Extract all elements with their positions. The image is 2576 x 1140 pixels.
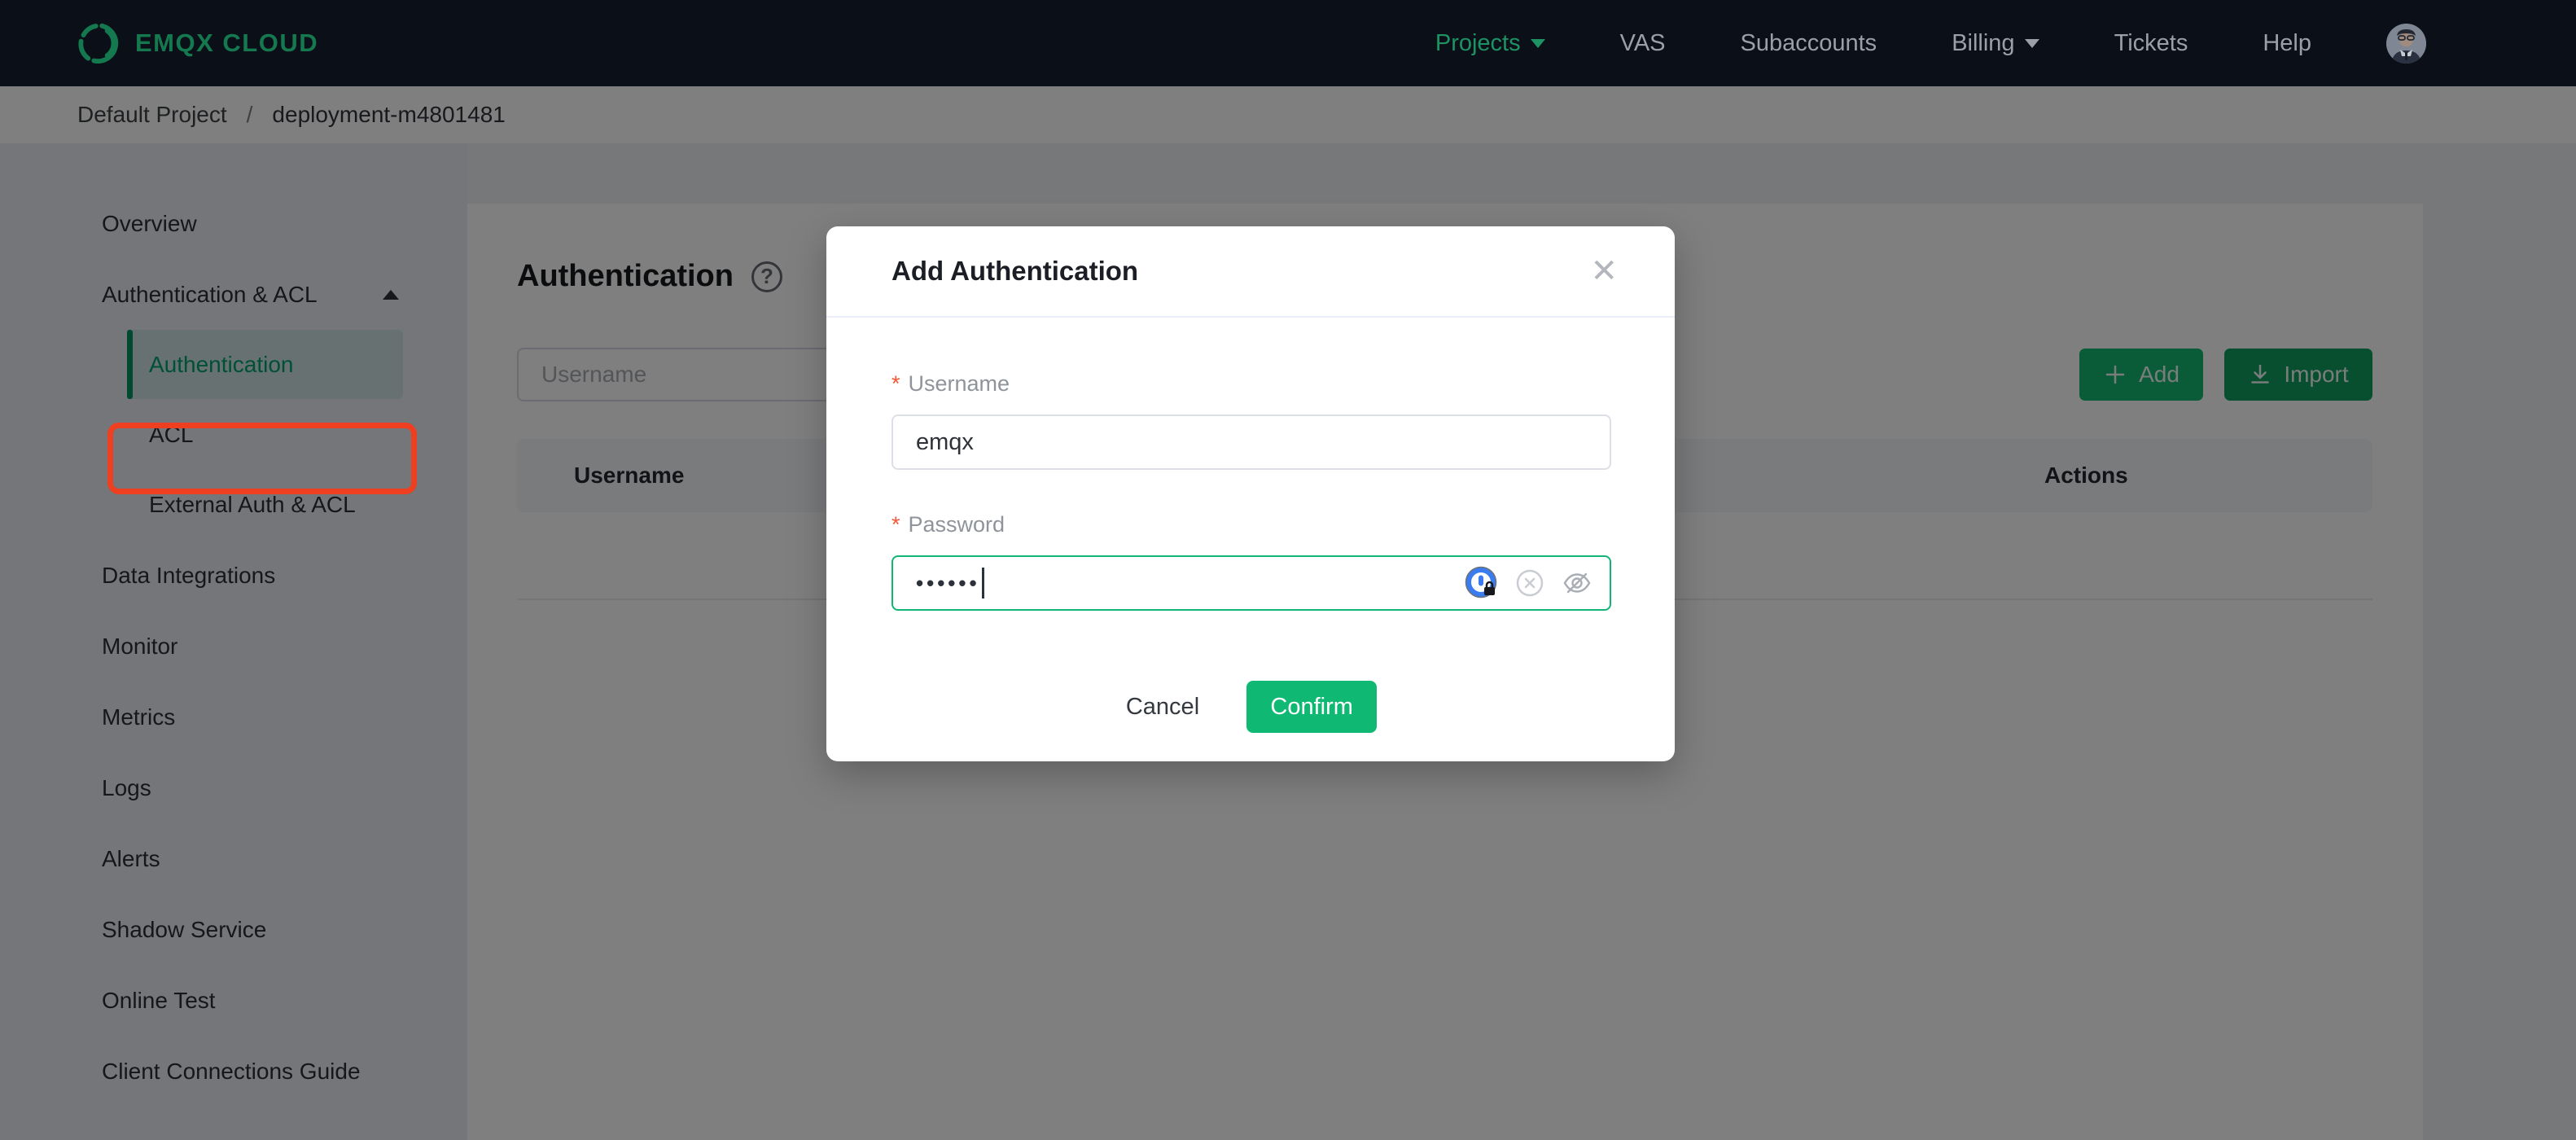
- chevron-down-icon: [1530, 38, 1545, 48]
- clear-icon[interactable]: [1515, 568, 1544, 598]
- text-cursor: [981, 568, 984, 598]
- confirm-button[interactable]: Confirm: [1246, 681, 1378, 733]
- emqx-logo-icon: [75, 20, 120, 66]
- nav-item-subaccounts[interactable]: Subaccounts: [1741, 30, 1877, 57]
- nav-item-billing[interactable]: Billing: [1952, 30, 2039, 57]
- top-navbar: EMQX CLOUD Projects VAS Subaccounts Bill…: [0, 0, 2576, 86]
- nav-menu: Projects VAS Subaccounts Billing Tickets…: [1435, 23, 2426, 64]
- close-icon[interactable]: ✕: [1590, 255, 1618, 287]
- username-field-label: Username: [908, 371, 1010, 396]
- user-avatar[interactable]: [2386, 23, 2426, 64]
- nav-item-vas[interactable]: VAS: [1620, 30, 1666, 57]
- nav-item-tickets[interactable]: Tickets: [2114, 30, 2188, 57]
- logo-text: EMQX CLOUD: [135, 28, 319, 57]
- password-manager-icon[interactable]: [1465, 566, 1499, 600]
- cancel-button[interactable]: Cancel: [1126, 694, 1199, 721]
- nav-item-projects[interactable]: Projects: [1435, 30, 1545, 57]
- add-authentication-dialog: Add Authentication ✕ * Username * Passwo…: [826, 226, 1675, 761]
- eye-off-icon[interactable]: [1561, 567, 1593, 599]
- required-asterisk: *: [892, 512, 900, 537]
- emqx-cloud-logo[interactable]: EMQX CLOUD: [75, 20, 318, 66]
- password-field-label: Password: [908, 512, 1005, 537]
- nav-item-help[interactable]: Help: [2263, 30, 2311, 57]
- password-field[interactable]: ••••••: [892, 555, 1611, 611]
- required-asterisk: *: [892, 371, 900, 396]
- username-field[interactable]: [892, 414, 1611, 470]
- dialog-title: Add Authentication: [892, 256, 1139, 286]
- chevron-down-icon: [2024, 38, 2039, 48]
- password-masked-value: ••••••: [916, 570, 980, 595]
